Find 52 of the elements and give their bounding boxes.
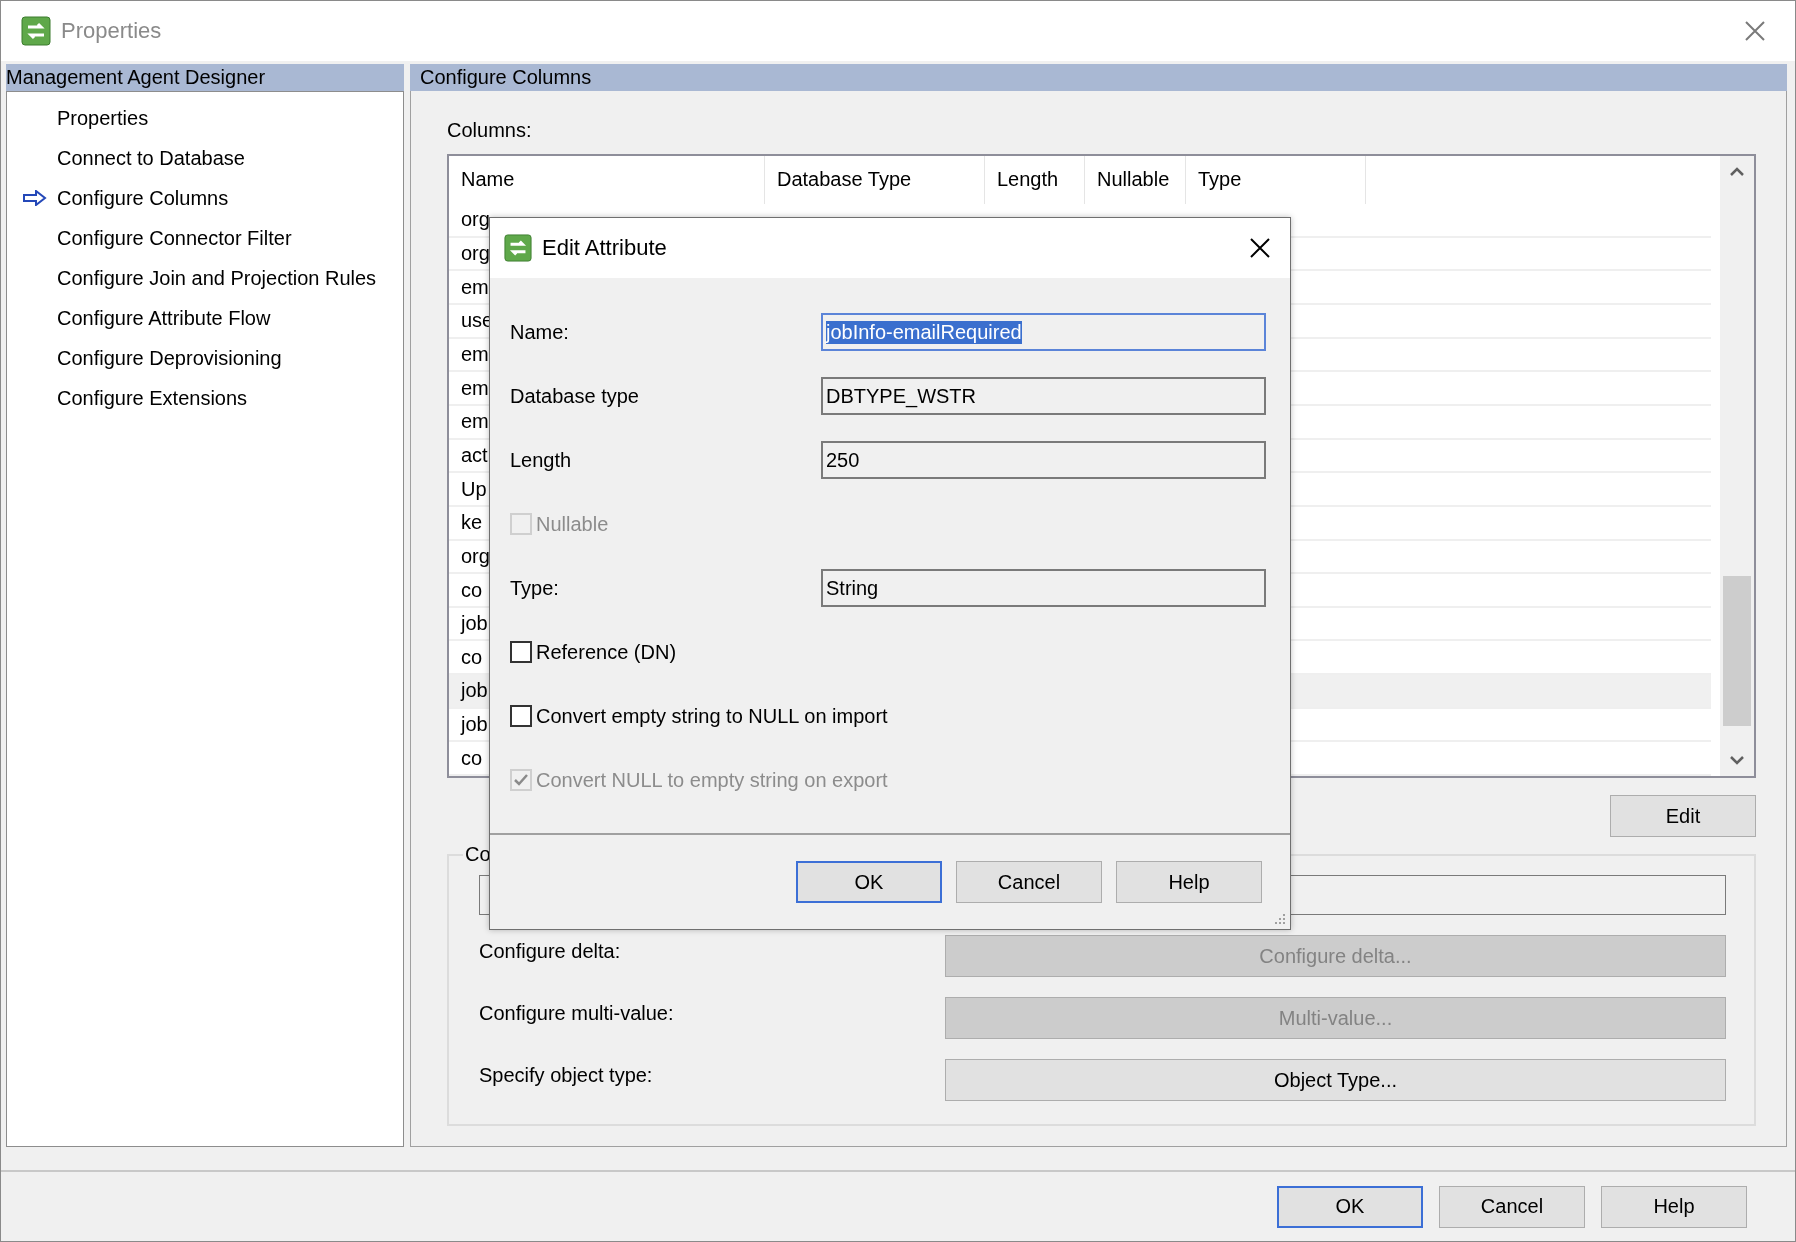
close-icon <box>1744 20 1766 42</box>
checkbox[interactable] <box>510 705 532 727</box>
dialog-button[interactable]: Help <box>1116 861 1262 903</box>
dialog-button[interactable]: Help <box>1601 1185 1747 1228</box>
app-icon <box>504 234 532 262</box>
setting-label: Specify object type: <box>479 1063 654 1087</box>
sidebar-item[interactable]: Connect to Database <box>7 138 403 178</box>
setting-button[interactable]: Object Type... <box>945 1059 1726 1101</box>
panel-header: Configure Columns <box>410 64 1787 91</box>
app-icon <box>21 16 51 46</box>
input-field[interactable]: DBTYPE_WSTR <box>821 377 1266 415</box>
scrollbar[interactable] <box>1720 156 1754 776</box>
chevron-up-icon <box>1729 166 1745 176</box>
window-title: Properties <box>61 18 163 44</box>
field-label: Type: <box>510 576 560 600</box>
checkbox-option[interactable]: Reference (DN) <box>510 640 677 664</box>
sidebar-item[interactable]: Configure Deprovisioning <box>7 338 403 378</box>
input-field[interactable]: jobInfo-emailRequired <box>821 313 1266 351</box>
sidebar-item[interactable]: Configure Connector Filter <box>7 218 403 258</box>
chevron-down-icon <box>1729 756 1745 766</box>
checkbox-option[interactable]: Convert empty string to NULL on import <box>510 704 888 728</box>
column-header[interactable]: Type <box>1186 156 1366 204</box>
sidebar-item[interactable]: Configure Columns <box>7 178 403 218</box>
setting-label: Configure delta: <box>479 939 622 963</box>
dialog-button[interactable]: Cancel <box>1439 1185 1585 1228</box>
sidebar-item[interactable]: Configure Join and Projection Rules <box>7 258 403 298</box>
setting-label: Configure multi-value: <box>479 1001 675 1025</box>
edit-button[interactable]: Edit <box>1610 795 1756 837</box>
field-label: Length <box>510 448 573 472</box>
dialog-button[interactable]: Cancel <box>956 861 1102 903</box>
close-icon <box>1249 237 1271 259</box>
sidebar-item[interactable]: Properties <box>7 98 403 138</box>
column-header[interactable]: Database Type <box>765 156 985 204</box>
column-header[interactable]: Length <box>985 156 1085 204</box>
arrow-icon <box>23 190 47 206</box>
checkbox[interactable] <box>510 641 532 663</box>
resize-grip-icon <box>1274 913 1286 925</box>
input-field[interactable]: String <box>821 569 1266 607</box>
scroll-thumb[interactable] <box>1723 576 1751 726</box>
panel-header: Management Agent Designer <box>6 64 404 91</box>
sidebar-item[interactable]: Configure Extensions <box>7 378 403 418</box>
dialog-title: Edit Attribute <box>542 235 668 261</box>
field-label: Database type <box>510 384 640 408</box>
checkmark-icon <box>513 773 529 787</box>
input-field[interactable]: 250 <box>821 441 1266 479</box>
field-label: Name: <box>510 320 570 344</box>
column-header[interactable]: Name <box>449 156 765 204</box>
sidebar-item[interactable]: Configure Attribute Flow <box>7 298 403 338</box>
columns-label: Columns: <box>447 119 533 142</box>
dialog-button[interactable]: OK <box>1277 1185 1423 1228</box>
column-header[interactable]: Nullable <box>1085 156 1186 204</box>
dialog-button[interactable]: OK <box>796 861 942 903</box>
